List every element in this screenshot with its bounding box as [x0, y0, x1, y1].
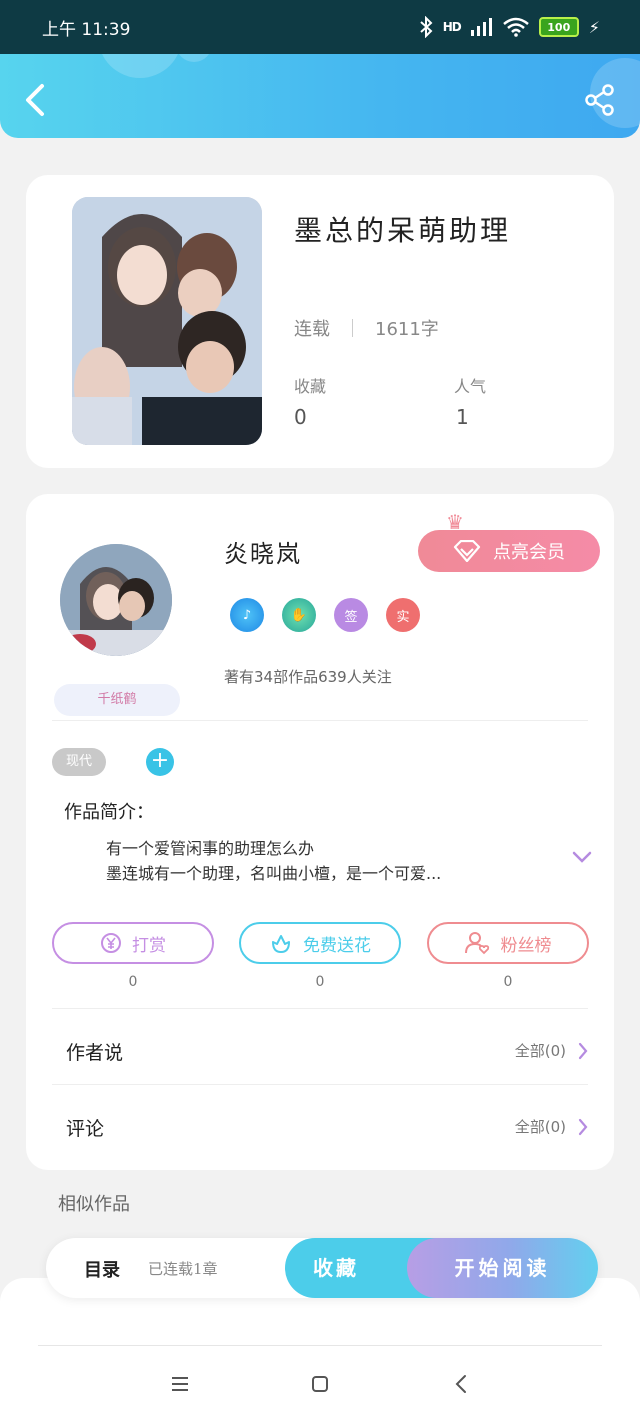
author-badges: ♪ ✋ 签 实: [230, 598, 420, 632]
reward-label: 打赏: [132, 935, 166, 956]
author-avatar[interactable]: [60, 544, 172, 656]
book-title: 墨总的呆萌助理: [294, 214, 512, 247]
author-stats: 著有34部作品639人关注: [224, 668, 392, 686]
toc-button[interactable]: 目录: [84, 1256, 120, 1282]
book-meta: 连载 1611字: [294, 315, 439, 341]
signal-icon: [470, 18, 492, 36]
back-button[interactable]: [22, 82, 48, 118]
network-type: HD: [442, 20, 462, 34]
start-reading-button[interactable]: 开始阅读: [407, 1238, 598, 1298]
chevron-right-icon: [578, 1118, 588, 1135]
yen-coin-icon: [101, 933, 121, 953]
comments-all: 全部(0): [514, 1118, 566, 1136]
diamond-icon: [453, 540, 481, 562]
fan-ranking-label: 粉丝榜: [500, 935, 552, 956]
fan-ranking-button[interactable]: 粉丝榜: [427, 922, 589, 964]
add-tag-button[interactable]: +: [146, 748, 174, 776]
divider: [52, 1008, 588, 1009]
bluetooth-icon: [420, 16, 433, 38]
similar-works-title: 相似作品: [58, 1194, 130, 1215]
divider: [38, 1345, 602, 1346]
stat-value-popularity: 1: [456, 405, 469, 429]
reward-button[interactable]: 打赏: [52, 922, 214, 964]
fan-count: 0: [503, 974, 513, 990]
home-icon[interactable]: [305, 1370, 335, 1398]
share-icon[interactable]: [584, 84, 616, 116]
fan-heart-icon: [464, 932, 489, 955]
chevron-right-icon: [578, 1042, 588, 1059]
verified-badge[interactable]: 实: [386, 598, 420, 632]
top-header: [0, 54, 640, 138]
avatar-frame-tag: 千纸鹤: [54, 684, 180, 716]
reading-action-bar: 目录 已连载1章 收藏 开始阅读: [46, 1238, 598, 1298]
decor-bubble: [98, 54, 182, 78]
back-icon[interactable]: [447, 1370, 477, 1398]
flower-icon: [272, 935, 290, 953]
intro-line: 有一个爱管闲事的助理怎么办: [106, 839, 315, 858]
stat-label-popularity: 人气: [454, 377, 487, 396]
menu-icon[interactable]: [165, 1370, 195, 1398]
reward-count: 0: [128, 974, 138, 990]
comments-title: 评论: [66, 1118, 105, 1140]
signed-badge[interactable]: 签: [334, 598, 368, 632]
toc-status: 已连载1章: [148, 1260, 218, 1278]
divider: [52, 1084, 588, 1085]
stat-label-collect: 收藏: [294, 377, 327, 396]
book-cover-image[interactable]: [72, 197, 262, 445]
vip-button-label: 点亮会员: [493, 542, 565, 563]
genre-tag[interactable]: 现代: [52, 748, 107, 776]
wifi-icon: [502, 17, 529, 37]
bottom-panel: [0, 1278, 640, 1422]
decor-bubble: [176, 54, 212, 62]
intro-line: 墨连城有一个助理，名叫曲小檀，是一个可爱...: [106, 864, 442, 883]
intro-title: 作品简介：: [64, 802, 154, 823]
battery-icon: 100: [538, 17, 579, 37]
author-name[interactable]: 炎晓岚: [224, 534, 302, 569]
send-flower-label: 免费送花: [303, 935, 371, 956]
flower-count: 0: [315, 974, 325, 990]
author-says-all: 全部(0): [514, 1042, 566, 1060]
divider: [52, 720, 588, 721]
stat-value-collect: 0: [294, 405, 307, 429]
vip-button[interactable]: 点亮会员: [418, 530, 600, 572]
book-status: 连载: [294, 319, 330, 340]
chevron-down-icon[interactable]: [572, 850, 592, 864]
intro-text[interactable]: 有一个爱管闲事的助理怎么办 墨连城有一个助理，名叫曲小檀，是一个可爱...: [106, 836, 566, 886]
author-card: 千纸鹤 炎晓岚 ♛ 点亮会员 ♪ ✋ 签 实 著有34部作品639人关注 现代 …: [26, 494, 614, 1170]
charging-icon: ⚡: [588, 17, 600, 37]
send-flower-button[interactable]: 免费送花: [239, 922, 401, 964]
author-says-link[interactable]: 全部(0): [515, 1040, 588, 1061]
comments-link[interactable]: 全部(0): [515, 1116, 588, 1137]
author-says-title: 作者说: [66, 1042, 124, 1064]
music-badge-icon[interactable]: ♪: [230, 598, 264, 632]
divider: [352, 319, 353, 337]
book-info-card: 墨总的呆萌助理 连载 1611字 收藏 0 人气 1: [26, 175, 614, 468]
status-time: 上午 11:39: [42, 19, 131, 40]
word-count: 1611字: [375, 319, 439, 340]
status-icons: HD 100 ⚡: [419, 16, 600, 38]
status-bar: 上午 11:39 HD 100 ⚡: [0, 0, 640, 54]
handshake-badge-icon[interactable]: ✋: [282, 598, 316, 632]
